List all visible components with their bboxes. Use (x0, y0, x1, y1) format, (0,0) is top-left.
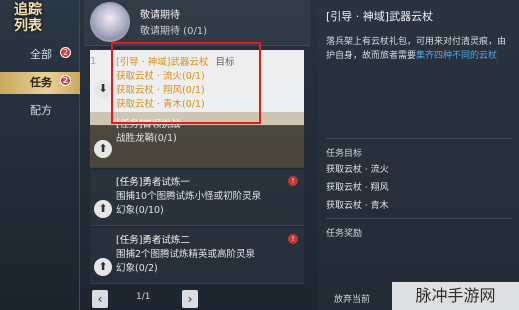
category-sidebar: 追踪 列表 全部 2 任务 2 配方 (0, 0, 80, 310)
sidebar-item-all[interactable]: 全部 2 (0, 44, 80, 66)
list-item[interactable]: ⬆ [任务]勇者试炼一 围捕10个图腾试炼小怪或初阶灵泉 幻象(0/10) ! (90, 170, 304, 226)
npc-entry[interactable]: 敬请期待 敬请期待 (0/1) (84, 0, 310, 46)
highlight-box (111, 42, 261, 124)
track-pin-icon[interactable]: ⬆ (94, 258, 112, 276)
track-pin-icon[interactable]: ⬆ (94, 200, 112, 218)
goal-item: 获取云杖 · 青木 (326, 201, 389, 211)
quest-detail-panel: [引导 · 神域]武器云杖 落兵架上有云杖礼包，可用来对付清灵痕，由 护自身，故… (318, 0, 519, 310)
quest-title: [任务]勇者试炼一 (116, 177, 190, 188)
notification-badge: 2 (60, 47, 71, 58)
goal-item: 获取云杖 · 流火 (326, 165, 389, 175)
track-pin-icon[interactable]: ⬇ (94, 80, 112, 98)
goal-header: 任务目标 (326, 149, 363, 159)
quest-number: 1 (90, 56, 97, 67)
alert-badge: ! (288, 176, 298, 186)
list-item[interactable]: ⬆ [任务]勇者试炼二 围捕2个图腾试炼精英或高阶灵泉 幻象(0/2) ! (90, 228, 304, 284)
next-page-button[interactable]: › (182, 290, 198, 308)
quest-objective: 幻象(0/10) (116, 205, 164, 216)
quest-objective: 幻象(0/2) (116, 263, 158, 274)
prev-page-button[interactable]: ‹ (92, 290, 108, 308)
detail-description: 落兵架上有云杖礼包，可用来对付清灵痕，由 (326, 37, 507, 47)
detail-description: 护自身，故而旅者需要集齐四种不同的云杖 (326, 51, 498, 61)
page-indicator: 1/1 (136, 292, 151, 302)
quest-objective: 围捕2个图腾试炼精英或高阶灵泉 (116, 249, 256, 260)
abandon-quest-button[interactable]: 放弃当前 (334, 292, 370, 305)
quest-objective: 围捕10个图腾试炼小怪或初阶灵泉 (116, 191, 262, 202)
track-pin-icon[interactable]: ⬆ (94, 140, 112, 158)
npc-name: 敬请期待 (140, 10, 180, 21)
detail-title: [引导 · 神域]武器云杖 (326, 10, 434, 23)
sidebar-item-quests[interactable]: 任务 2 (0, 72, 80, 94)
sidebar-item-recipes[interactable]: 配方 (0, 100, 80, 122)
alert-badge: ! (288, 234, 298, 244)
sidebar-item-label: 配方 (30, 104, 52, 117)
quest-tracker-screen: 追踪 列表 全部 2 任务 2 配方 敬请期待 敬请期待 (0/1) 1 ⬇ [… (0, 0, 519, 310)
npc-progress: 敬请期待 (0/1) (140, 26, 208, 37)
divider (326, 218, 512, 219)
goal-item: 获取云杖 · 翔风 (326, 183, 389, 193)
divider (326, 138, 512, 139)
quest-objective: 战胜龙鞘(0/1) (116, 133, 177, 144)
site-watermark: 脉冲手游网 (392, 282, 519, 310)
sidebar-item-label: 任务 (30, 76, 52, 89)
tracker-title: 追踪 列表 (14, 2, 42, 34)
notification-badge: 2 (60, 75, 71, 86)
sidebar-item-label: 全部 (30, 48, 52, 61)
avatar (90, 2, 130, 42)
quest-title: [任务]勇者试炼二 (116, 235, 190, 246)
reward-header: 任务奖励 (326, 229, 363, 239)
